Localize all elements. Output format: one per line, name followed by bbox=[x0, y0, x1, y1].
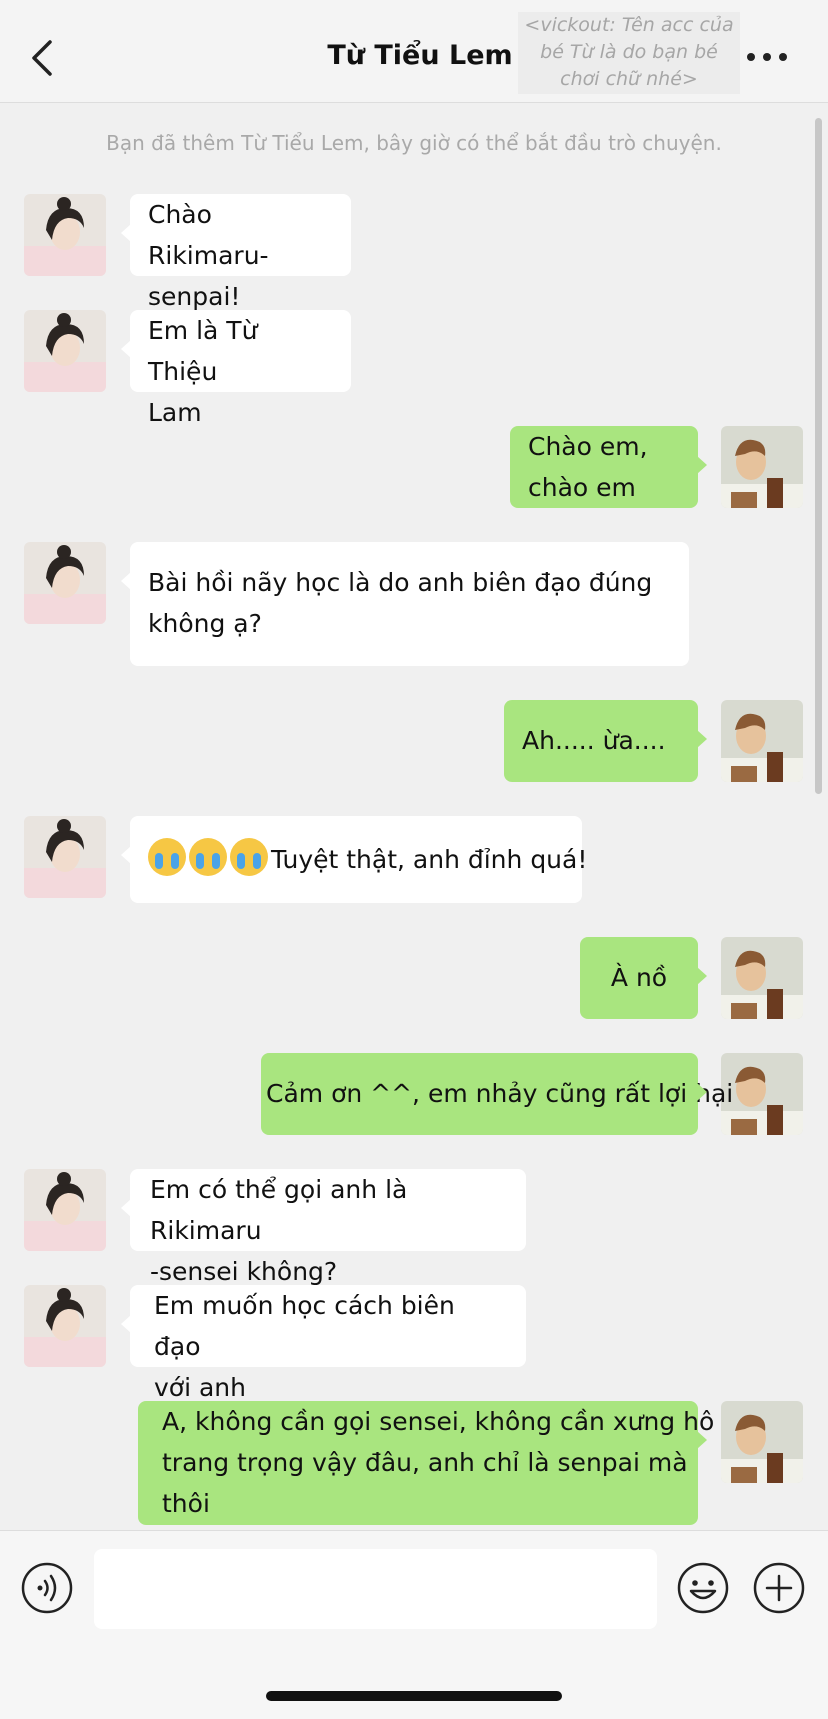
message-bubble-outgoing[interactable]: Ah..... ừa.... bbox=[504, 700, 707, 782]
my-avatar-image bbox=[721, 1401, 803, 1483]
system-message: Bạn đã thêm Từ Tiểu Lem, bây giờ có thể … bbox=[106, 131, 722, 155]
message-bubble-outgoing[interactable]: À nồ bbox=[580, 937, 707, 1019]
my-avatar[interactable] bbox=[721, 426, 803, 508]
contact-avatar-image bbox=[24, 310, 106, 392]
more-dots-icon bbox=[747, 53, 787, 61]
message-bubble-outgoing[interactable]: Cảm ơn ^^, em nhảy cũng rất lợi hại bbox=[261, 1053, 733, 1135]
message-bubble-incoming[interactable]: Chào Rikimaru-senpai! bbox=[121, 194, 351, 311]
my-avatar-image bbox=[721, 426, 803, 508]
plus-button[interactable] bbox=[752, 1561, 806, 1615]
emoji-button[interactable] bbox=[676, 1561, 730, 1615]
my-avatar-image bbox=[721, 1053, 803, 1135]
crying-face-emoji-icon bbox=[148, 838, 186, 876]
crying-face-emoji-icon bbox=[189, 838, 227, 876]
contact-avatar-image bbox=[24, 1285, 106, 1367]
scrollbar[interactable] bbox=[815, 118, 822, 794]
my-avatar-image bbox=[721, 700, 803, 782]
chat-title: Từ Tiểu Lem bbox=[327, 40, 513, 71]
smiley-icon bbox=[677, 1562, 729, 1614]
contact-avatar[interactable] bbox=[24, 816, 106, 898]
contact-avatar[interactable] bbox=[24, 542, 106, 624]
chevron-left-icon bbox=[32, 40, 52, 76]
my-avatar[interactable] bbox=[721, 1401, 803, 1483]
contact-avatar-image bbox=[24, 194, 106, 276]
contact-avatar-image bbox=[24, 1169, 106, 1251]
message-bubble-outgoing[interactable]: Chào em, chào em bbox=[510, 426, 707, 508]
message-text: Tuyệt thật, anh đỉnh quá! bbox=[271, 845, 588, 874]
message-bubble-incoming[interactable]: Bài hồi nãy học là do anh biên đạo đúng … bbox=[121, 542, 689, 666]
contact-avatar[interactable] bbox=[24, 1169, 106, 1251]
contact-avatar-image bbox=[24, 542, 106, 624]
back-button[interactable] bbox=[26, 36, 62, 80]
message-bubble-incoming[interactable]: Em có thể gọi anh là Rikimaru -sensei kh… bbox=[121, 1169, 526, 1286]
overlay-note-text: <vickout: Tên acc của bé Từ là do bạn bé… bbox=[524, 14, 734, 90]
message-input[interactable] bbox=[94, 1549, 657, 1629]
contact-avatar[interactable] bbox=[24, 310, 106, 392]
message-bubble-incoming[interactable]: Em muốn học cách biên đạo với anh bbox=[121, 1285, 526, 1402]
home-indicator[interactable] bbox=[266, 1691, 562, 1701]
voice-button[interactable] bbox=[20, 1561, 74, 1615]
contact-avatar[interactable] bbox=[24, 194, 106, 276]
contact-avatar-image bbox=[24, 816, 106, 898]
contact-avatar[interactable] bbox=[24, 1285, 106, 1367]
my-avatar[interactable] bbox=[721, 1053, 803, 1135]
plus-icon bbox=[753, 1562, 805, 1614]
message-bubble-outgoing[interactable]: A, không cần gọi sensei, không cần xưng … bbox=[138, 1401, 714, 1525]
voice-icon bbox=[21, 1562, 73, 1614]
chat-header: Từ Tiểu Lem <vickout: Tên acc của bé Từ … bbox=[0, 0, 828, 103]
crying-face-emoji-icon bbox=[230, 838, 268, 876]
message-bubble-incoming[interactable]: Tuyệt thật, anh đỉnh quá! bbox=[121, 816, 587, 903]
my-avatar-image bbox=[721, 937, 803, 1019]
message-bubble-incoming[interactable]: Em là Từ Thiệu Lam bbox=[121, 310, 351, 427]
overlay-note: <vickout: Tên acc của bé Từ là do bạn bé… bbox=[518, 12, 740, 94]
my-avatar[interactable] bbox=[721, 700, 803, 782]
more-button[interactable] bbox=[742, 40, 792, 74]
my-avatar[interactable] bbox=[721, 937, 803, 1019]
